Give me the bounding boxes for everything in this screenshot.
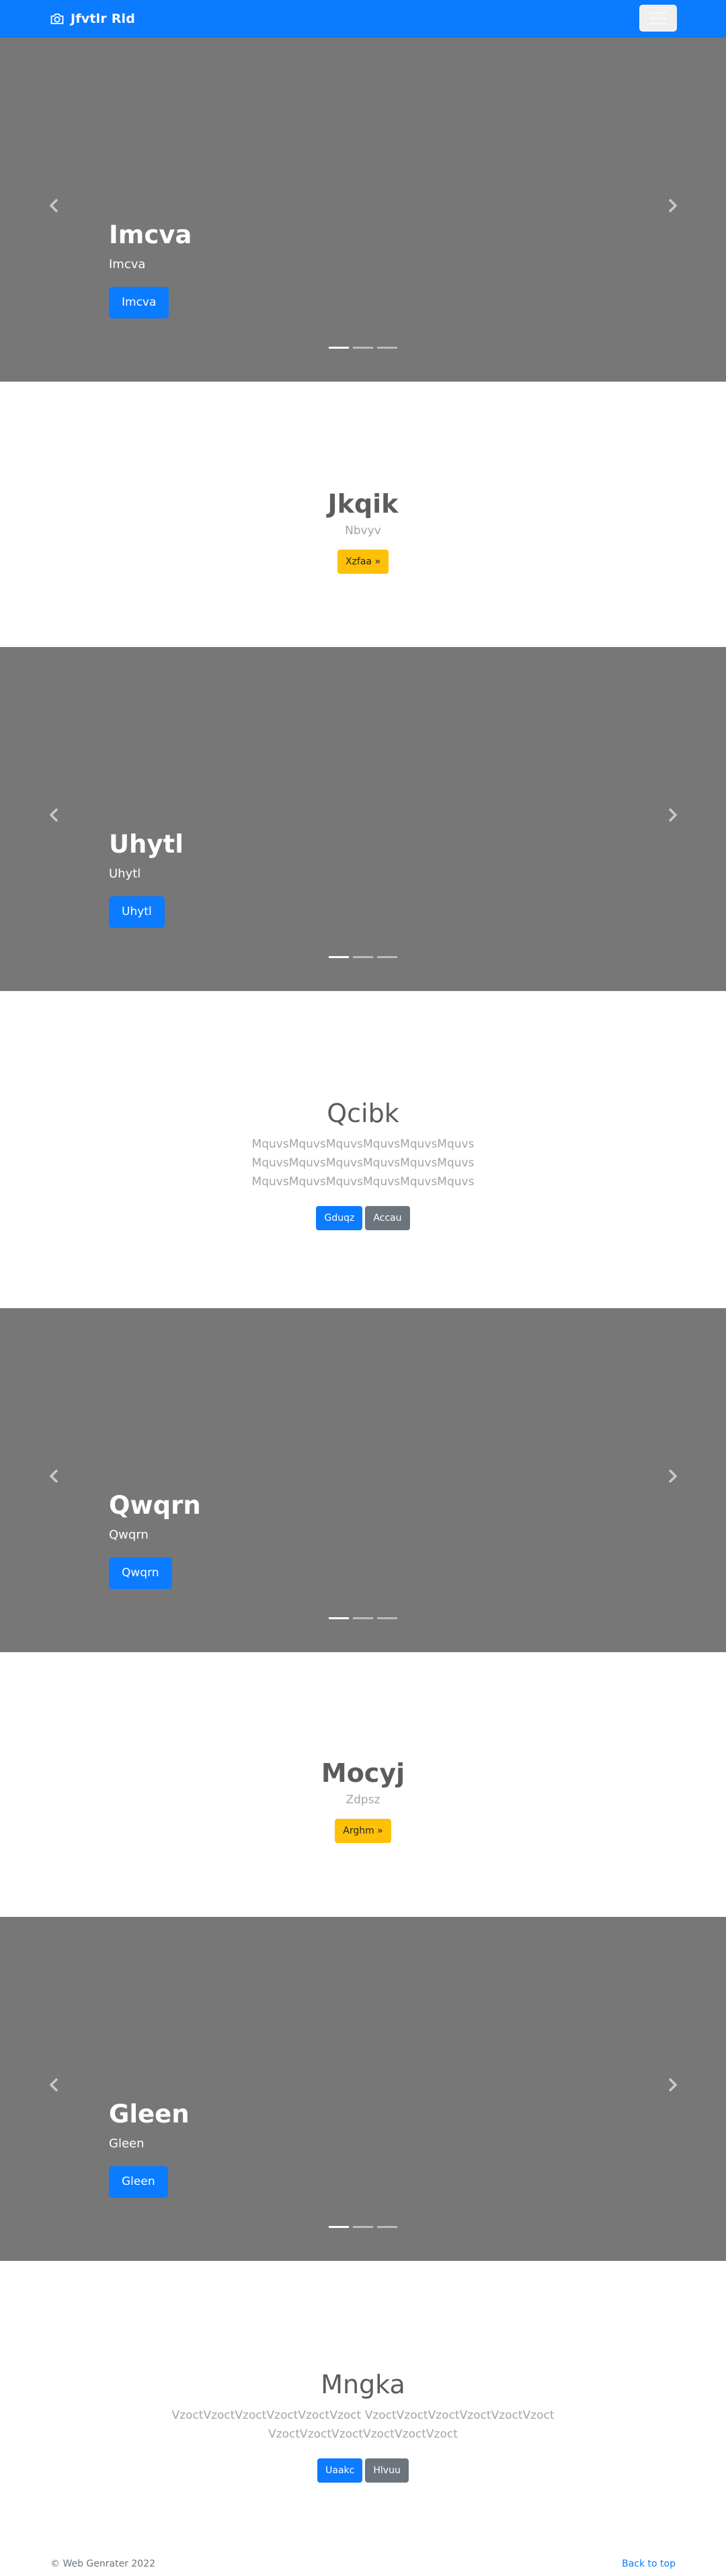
feature-subtitle: Nbvyv [345,524,381,538]
carousel-prev-button[interactable] [48,1468,61,1488]
feature-lead-line: VzoctVzoctVzoctVzoctVzoctVzoct [268,2428,458,2441]
chevron-left-icon [49,1469,58,1484]
secondary-button[interactable]: Hlvuu [365,2458,409,2483]
carousel-indicator[interactable] [377,956,397,958]
feature-lead-line: VzoctVzoctVzoctVzoctVzoctVzoct VzoctVzoc… [171,2409,555,2422]
carousel-indicator[interactable] [329,2226,349,2228]
back-to-top-link[interactable]: Back to top [622,2559,676,2569]
carousel-title: Imcva [109,220,192,249]
carousel-subtitle: Gleen [109,2137,145,2151]
carousel-next-button[interactable] [666,198,679,217]
feature-lead-line: MquvsMquvsMquvsMquvsMquvsMquvs [251,1175,475,1189]
feature-lead: VzoctVzoctVzoctVzoctVzoctVzoct VzoctVzoc… [0,2406,726,2444]
carousel-indicators [329,956,397,958]
carousel-indicator[interactable] [377,2226,397,2228]
feature-section: Jkqik Nbvyv Xzfaa » [0,489,726,574]
feature-subtitle: Zdpsz [346,1793,380,1807]
feature-heading: Qcibk [327,1099,399,1128]
feature-heading: Mngka [321,2370,405,2399]
feature-button[interactable]: Arghm » [335,1819,391,1843]
carousel-indicator[interactable] [329,347,349,349]
chevron-right-icon [668,1469,678,1484]
carousel-indicator[interactable] [353,2226,373,2228]
brand-name: Jfvtlr Rld [71,11,136,26]
carousel: Gleen Gleen Gleen [0,1917,726,2261]
navbar: Jfvtlr Rld [0,0,726,38]
carousel: Uhytl Uhytl Uhytl [0,647,726,991]
feature-heading: Jkqik [327,489,399,519]
feature-section: Mocyj Zdpsz Arghm » [0,1758,726,1843]
carousel-button[interactable]: Imcva [109,287,169,318]
feature-lead-line: MquvsMquvsMquvsMquvsMquvsMquvs [251,1137,475,1151]
carousel-prev-button[interactable] [48,198,61,217]
carousel-subtitle: Qwqrn [109,1528,149,1542]
carousel-next-button[interactable] [666,2077,679,2096]
primary-button[interactable]: Gduqz [316,1206,363,1230]
chevron-left-icon [49,808,58,822]
carousel-button[interactable]: Uhytl [109,896,165,928]
carousel-indicator[interactable] [353,1617,373,1619]
carousel-indicator[interactable] [377,347,397,349]
carousel-indicator[interactable] [377,1617,397,1619]
carousel-indicators [329,2226,397,2228]
carousel-subtitle: Imcva [109,257,146,271]
carousel-title: Uhytl [109,830,184,859]
chevron-left-icon [49,198,58,213]
carousel-button[interactable]: Qwqrn [109,1557,172,1589]
carousel-button[interactable]: Gleen [109,2166,168,2198]
carousel-title: Qwqrn [109,1491,201,1520]
chevron-left-icon [49,2077,58,2092]
feature-heading: Mocyj [321,1758,405,1788]
carousel-prev-button[interactable] [48,2077,61,2096]
carousel-subtitle: Uhytl [109,867,141,881]
carousel-next-button[interactable] [666,807,679,826]
camera-icon [50,13,64,24]
carousel-title: Gleen [109,2100,190,2129]
carousel-indicators [329,347,397,349]
carousel-indicator[interactable] [353,347,373,349]
copyright-text: © Web Genrater 2022 [50,2559,156,2569]
chevron-right-icon [668,808,678,822]
secondary-button[interactable]: Accau [365,1206,410,1230]
carousel: Imcva Imcva Imcva [0,38,726,382]
hamburger-menu-icon [649,11,667,25]
carousel-next-button[interactable] [666,1468,679,1488]
navbar-toggler[interactable] [639,5,677,32]
carousel-prev-button[interactable] [48,807,61,826]
carousel-indicator[interactable] [353,956,373,958]
carousel: Qwqrn Qwqrn Qwqrn [0,1308,726,1652]
feature-button[interactable]: Xzfaa » [337,550,389,574]
feature-lead: MquvsMquvsMquvsMquvsMquvsMquvs MquvsMquv… [0,1135,726,1191]
feature-section: Mngka VzoctVzoctVzoctVzoctVzoctVzoct Vzo… [0,2370,726,2483]
primary-button[interactable]: Uaakc [317,2458,363,2483]
chevron-right-icon [668,198,678,213]
feature-section: Qcibk MquvsMquvsMquvsMquvsMquvsMquvs Mqu… [0,1099,726,1230]
carousel-indicator[interactable] [329,956,349,958]
brand-link[interactable]: Jfvtlr Rld [50,10,135,28]
carousel-indicator[interactable] [329,1617,349,1619]
chevron-right-icon [668,2077,678,2092]
carousel-indicators [329,1617,397,1619]
feature-lead-line: MquvsMquvsMquvsMquvsMquvsMquvs [251,1156,475,1170]
footer: © Web Genrater 2022 Back to top [0,2559,726,2572]
